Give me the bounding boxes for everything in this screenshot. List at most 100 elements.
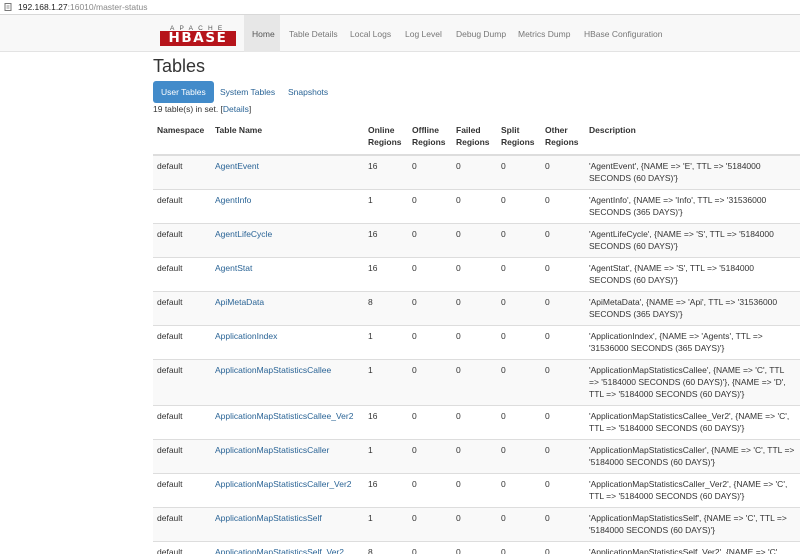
col-offline-regions[interactable]: Offline Regions	[408, 118, 452, 156]
col-failed-regions[interactable]: Failed Regions	[452, 118, 497, 156]
cell-other-regions: 0	[541, 256, 585, 291]
cell-namespace: default	[153, 324, 211, 359]
cell-offline-regions: 0	[408, 506, 452, 541]
table-row: default AgentStat 16 0 0 0 0 'AgentStat', {NAME…	[153, 256, 800, 291]
cell-table-name: ApplicationMapStatisticsCaller	[211, 438, 364, 473]
col-online-regions[interactable]: Online Regions	[364, 118, 408, 156]
page-title: Tables	[153, 56, 206, 76]
table-name-link[interactable]: AgentEvent	[215, 161, 259, 171]
cell-other-regions: 0	[541, 324, 585, 359]
cell-description: 'ApplicationMapStatisticsCallee_Ver2', {…	[585, 404, 800, 439]
table-row: default ApplicationMapStatisticsCallee_Ve…	[153, 404, 800, 439]
cell-online-regions: 16	[364, 154, 408, 189]
cell-namespace: default	[153, 506, 211, 541]
address-bar[interactable]: 192.168.1.27:16010/master-status	[0, 0, 800, 15]
details-link[interactable]: Details	[223, 104, 249, 114]
cell-other-regions: 0	[541, 506, 585, 541]
cell-table-name: ApiMetaData	[211, 290, 364, 325]
cell-table-name: AgentEvent	[211, 154, 364, 189]
cell-namespace: default	[153, 404, 211, 439]
cell-failed-regions: 0	[452, 540, 497, 554]
cell-namespace: default	[153, 358, 211, 405]
cell-split-regions: 0	[497, 324, 541, 359]
table-name-link[interactable]: AgentInfo	[215, 195, 251, 205]
col-other-regions[interactable]: Other Regions	[541, 118, 585, 156]
cell-online-regions: 8	[364, 290, 408, 325]
cell-other-regions: 0	[541, 540, 585, 554]
table-name-link[interactable]: ApplicationMapStatisticsSelf_Ver2	[215, 547, 344, 554]
cell-table-name: AgentLifeCycle	[211, 222, 364, 257]
cell-online-regions: 1	[364, 188, 408, 223]
nav-log-level[interactable]: Log Level	[405, 15, 442, 52]
page-info-icon[interactable]	[4, 3, 12, 11]
nav-table-details[interactable]: Table Details	[289, 15, 338, 52]
cell-table-name: ApplicationMapStatisticsCallee_Ver2	[211, 404, 364, 439]
table-name-link[interactable]: ApplicationMapStatisticsCaller_Ver2	[215, 479, 352, 489]
cell-failed-regions: 0	[452, 438, 497, 473]
table-name-link[interactable]: ApplicationMapStatisticsCaller	[215, 445, 329, 455]
cell-offline-regions: 0	[408, 222, 452, 257]
cell-failed-regions: 0	[452, 154, 497, 189]
cell-table-name: AgentInfo	[211, 188, 364, 223]
table-name-link[interactable]: ApplicationMapStatisticsSelf	[215, 513, 322, 523]
cell-online-regions: 16	[364, 256, 408, 291]
cell-description: 'ApplicationIndex', {NAME => 'Agents', T…	[585, 324, 800, 359]
table-name-link[interactable]: AgentLifeCycle	[215, 229, 272, 239]
url-path: :16010/master-status	[67, 2, 148, 12]
cell-split-regions: 0	[497, 188, 541, 223]
hbase-logo[interactable]: APACHE HBASE	[160, 25, 236, 47]
cell-offline-regions: 0	[408, 154, 452, 189]
table-row: default ApiMetaData 8 0 0 0 0 'ApiMetaData', {N…	[153, 290, 800, 325]
cell-split-regions: 0	[497, 404, 541, 439]
cell-description: 'ApplicationMapStatisticsCaller', {NAME …	[585, 438, 800, 473]
cell-table-name: ApplicationMapStatisticsCallee	[211, 358, 364, 405]
col-description[interactable]: Description	[585, 118, 800, 156]
nav-metrics-dump[interactable]: Metrics Dump	[518, 15, 570, 52]
cell-offline-regions: 0	[408, 188, 452, 223]
nav-hbase-configuration[interactable]: HBase Configuration	[584, 15, 662, 52]
cell-online-regions: 16	[364, 222, 408, 257]
cell-failed-regions: 0	[452, 188, 497, 223]
table-row: default ApplicationIndex 1 0 0 0 0 'Application…	[153, 324, 800, 359]
nav-home[interactable]: Home	[244, 15, 280, 52]
tab-user-tables[interactable]: User Tables	[153, 81, 214, 103]
cell-split-regions: 0	[497, 358, 541, 405]
table-name-link[interactable]: ApplicationMapStatisticsCallee_Ver2	[215, 411, 353, 421]
cell-description: 'AgentLifeCycle', {NAME => 'S', TTL => '…	[585, 222, 800, 257]
cell-namespace: default	[153, 154, 211, 189]
logo-hbase-text: HBASE	[160, 31, 236, 46]
cell-description: 'ApplicationMapStatisticsCaller_Ver2', {…	[585, 472, 800, 507]
nav-local-logs[interactable]: Local Logs	[350, 15, 391, 52]
table-name-link[interactable]: ApplicationIndex	[215, 331, 277, 341]
col-table-name[interactable]: Table Name	[211, 118, 364, 156]
col-namespace[interactable]: Namespace	[153, 118, 211, 156]
nav-debug-dump[interactable]: Debug Dump	[456, 15, 506, 52]
cell-online-regions: 1	[364, 358, 408, 405]
cell-split-regions: 0	[497, 438, 541, 473]
cell-table-name: ApplicationIndex	[211, 324, 364, 359]
navbar: APACHE HBASE Home Table Details Local Lo…	[0, 15, 800, 52]
table-name-link[interactable]: AgentStat	[215, 263, 252, 273]
cell-namespace: default	[153, 540, 211, 554]
cell-split-regions: 0	[497, 256, 541, 291]
cell-offline-regions: 0	[408, 256, 452, 291]
cell-offline-regions: 0	[408, 472, 452, 507]
cell-namespace: default	[153, 188, 211, 223]
cell-table-name: AgentStat	[211, 256, 364, 291]
cell-namespace: default	[153, 222, 211, 257]
cell-namespace: default	[153, 256, 211, 291]
cell-offline-regions: 0	[408, 324, 452, 359]
table-row: default AgentEvent 16 0 0 0 0 'AgentEvent', {NA…	[153, 154, 800, 189]
tab-snapshots[interactable]: Snapshots	[288, 81, 328, 103]
table-name-link[interactable]: ApplicationMapStatisticsCallee	[215, 365, 331, 375]
cell-description: 'AgentStat', {NAME => 'S', TTL => '51840…	[585, 256, 800, 291]
cell-table-name: ApplicationMapStatisticsSelf	[211, 506, 364, 541]
cell-failed-regions: 0	[452, 506, 497, 541]
table-name-link[interactable]: ApiMetaData	[215, 297, 264, 307]
cell-online-regions: 1	[364, 506, 408, 541]
tab-system-tables[interactable]: System Tables	[220, 81, 275, 103]
cell-failed-regions: 0	[452, 324, 497, 359]
cell-offline-regions: 0	[408, 438, 452, 473]
cell-split-regions: 0	[497, 472, 541, 507]
col-split-regions[interactable]: Split Regions	[497, 118, 541, 156]
